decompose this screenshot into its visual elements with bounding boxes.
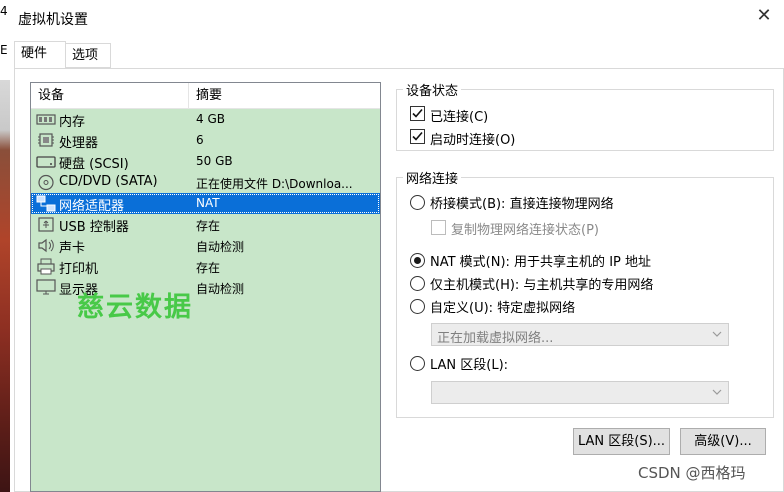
processor-icon (38, 133, 54, 147)
device-row-usb-controller[interactable]: USB 控制器 存在 (31, 214, 380, 235)
device-summary: NAT (196, 196, 220, 210)
network-adapter-icon (36, 195, 56, 212)
device-name: 网络适配器 (59, 199, 125, 214)
device-name: 处理器 (59, 136, 99, 151)
device-summary: 6 (196, 133, 204, 147)
cd-dvd-icon (38, 174, 54, 191)
device-row-hard-disk[interactable]: 硬盘 (SCSI) 50 GB (31, 151, 380, 172)
checkmark-icon (412, 108, 423, 118)
device-summary: 存在 (196, 219, 221, 233)
device-row-sound-card[interactable]: 声卡 自动检测 (31, 235, 380, 256)
column-header-device[interactable]: 设备 (31, 83, 189, 109)
connected-checkbox[interactable] (410, 106, 425, 121)
device-row-processor[interactable]: 处理器 6 (31, 130, 380, 151)
bridged-label[interactable]: 桥接模式(B): 直接连接物理网络 (430, 193, 614, 212)
desktop-background (0, 0, 10, 492)
lan-segment-label[interactable]: LAN 区段(L): (430, 354, 508, 373)
device-name: CD/DVD (SATA) (59, 174, 158, 189)
memory-icon (36, 114, 56, 125)
custom-label[interactable]: 自定义(U): 特定虚拟网络 (430, 297, 575, 316)
watermark-text: 慈云数据 (77, 292, 193, 323)
lan-segments-button[interactable]: LAN 区段(S)... (573, 428, 670, 455)
connect-on-power-on-label[interactable]: 启动时连接(O) (430, 129, 515, 148)
host-only-radio[interactable] (410, 276, 425, 291)
usb-icon (38, 217, 54, 232)
nat-label[interactable]: NAT 模式(N): 用于共享主机的 IP 地址 (430, 251, 651, 270)
device-summary: 50 GB (196, 154, 233, 168)
replicate-state-checkbox[interactable] (431, 220, 446, 235)
device-name: 声卡 (59, 241, 86, 256)
background-glyph: 4 (0, 4, 8, 18)
radio-dot (414, 257, 421, 264)
advanced-button[interactable]: 高级(V)... (680, 428, 766, 455)
device-summary: 4 GB (196, 112, 225, 126)
device-name: 硬盘 (SCSI) (59, 157, 129, 172)
custom-radio[interactable] (410, 299, 425, 314)
speaker-icon (38, 238, 54, 253)
device-name: USB 控制器 (59, 220, 129, 235)
tab-options[interactable]: 选项 (66, 43, 111, 68)
lan-segment-select[interactable] (431, 381, 729, 404)
background-glyph: E (0, 43, 8, 57)
bridged-radio[interactable] (410, 195, 425, 210)
device-summary: 正在使用文件 D:\Downloa... (196, 177, 353, 191)
column-header-summary[interactable]: 摘要 (189, 83, 380, 109)
window-title: 虚拟机设置 (18, 12, 88, 28)
custom-network-select[interactable]: 正在加载虚拟网络... (431, 323, 729, 346)
nat-radio[interactable] (410, 253, 425, 268)
monitor-icon (36, 279, 56, 295)
device-row-network-adapter[interactable]: 网络适配器 NAT (31, 193, 380, 214)
device-summary: 存在 (196, 261, 221, 275)
replicate-state-label[interactable]: 复制物理网络连接状态(P) (451, 219, 599, 238)
host-only-label[interactable]: 仅主机模式(H): 与主机共享的专用网络 (430, 274, 653, 293)
checkmark-icon (412, 131, 423, 141)
lan-segment-radio[interactable] (410, 356, 425, 371)
close-icon[interactable]: ✕ (754, 6, 774, 26)
device-row-printer[interactable]: 打印机 存在 (31, 256, 380, 277)
device-row-cd-dvd[interactable]: CD/DVD (SATA) 正在使用文件 D:\Downloa... (31, 172, 380, 193)
chevron-down-icon (712, 389, 722, 395)
footer-watermark: CSDN @西格玛 (638, 464, 746, 482)
device-summary: 自动检测 (196, 282, 245, 296)
connect-on-power-on-checkbox[interactable] (410, 129, 425, 144)
device-row-memory[interactable]: 内存 4 GB (31, 109, 380, 130)
group-title: 网络连接 (403, 168, 462, 187)
chevron-down-icon (712, 331, 722, 337)
device-name: 内存 (59, 115, 86, 130)
device-name: 打印机 (59, 262, 99, 277)
select-value: 正在加载虚拟网络... (437, 331, 554, 346)
connected-label[interactable]: 已连接(C) (430, 106, 488, 125)
list-header: 设备 摘要 (31, 83, 380, 109)
group-title: 设备状态 (403, 80, 462, 99)
device-summary: 自动检测 (196, 240, 245, 254)
printer-icon (37, 258, 55, 275)
tab-hardware[interactable]: 硬件 (14, 41, 66, 68)
hard-disk-icon (36, 156, 56, 168)
